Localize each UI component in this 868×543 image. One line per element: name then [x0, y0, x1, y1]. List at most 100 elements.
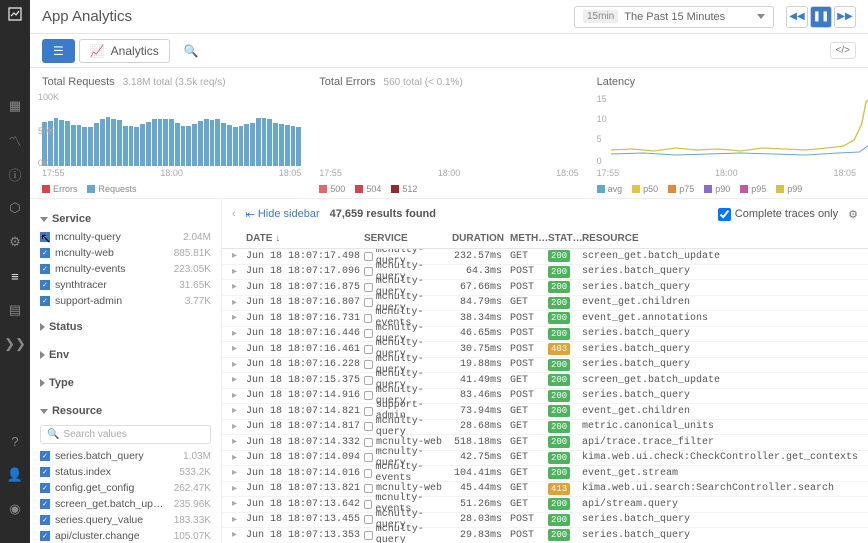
nav-icon-3[interactable]: ⓘ — [7, 166, 23, 182]
status-badge: 200 — [548, 281, 570, 293]
col-resource[interactable]: RESOURCE — [582, 233, 858, 244]
tab-analytics[interactable]: 📈 Analytics — [79, 39, 170, 63]
expand-icon[interactable]: ▸ — [232, 405, 246, 417]
chevron-down-icon — [40, 409, 48, 414]
col-status[interactable]: STAT… — [548, 233, 582, 244]
nav-user-icon[interactable]: 👤 — [7, 467, 23, 483]
status-badge: 200 — [548, 405, 570, 417]
tab-list[interactable]: ☰ — [42, 39, 75, 63]
facet-item[interactable]: ✓mcnulty-web885.81K — [40, 245, 211, 261]
facet-item[interactable]: ✓series.batch_query1.03M — [40, 448, 211, 464]
complete-traces-checkbox[interactable]: Complete traces only — [718, 208, 838, 221]
facet-env-header[interactable]: Env — [40, 345, 211, 365]
rewind-button[interactable]: ◀◀ — [786, 6, 808, 28]
col-method[interactable]: METH… — [510, 233, 548, 244]
facet-item[interactable]: ✓support-admin3.77K — [40, 293, 211, 309]
table-row[interactable]: ▸Jun 18 18:07:16.228mcnulty-query19.88ms… — [222, 358, 868, 374]
table-row[interactable]: ▸Jun 18 18:07:17.498mcnulty-query232.57m… — [222, 249, 868, 265]
expand-icon[interactable]: ▸ — [232, 390, 246, 402]
nav-icon-traces[interactable]: ≡ — [7, 268, 23, 284]
back-icon[interactable]: ‹ — [232, 208, 236, 220]
service-dot-icon — [364, 283, 373, 292]
expand-icon[interactable]: ▸ — [232, 297, 246, 309]
table-row[interactable]: ▸Jun 18 18:07:17.096mcnulty-query64.3msP… — [222, 265, 868, 281]
hide-sidebar-button[interactable]: ⇤ Hide sidebar — [246, 208, 320, 221]
chart-latency: Latency 15 10 5 0 17:5518:0018:05 avgp50… — [597, 76, 856, 194]
facet-item[interactable]: ✓status.index533.2K — [40, 464, 211, 480]
service-dot-icon — [364, 391, 373, 400]
facet-type-header[interactable]: Type — [40, 373, 211, 393]
table-row[interactable]: ▸Jun 18 18:07:13.642mcnulty-events51.26m… — [222, 497, 868, 513]
table-row[interactable]: ▸Jun 18 18:07:14.817mcnulty-query28.68ms… — [222, 420, 868, 436]
table-row[interactable]: ▸Jun 18 18:07:16.807mcnulty-query84.79ms… — [222, 296, 868, 312]
expand-icon[interactable]: ▸ — [232, 498, 246, 510]
status-badge: 200 — [548, 436, 570, 448]
table-row[interactable]: ▸Jun 18 18:07:13.353mcnulty-query29.83ms… — [222, 528, 868, 543]
expand-icon[interactable]: ▸ — [232, 328, 246, 340]
facet-item[interactable]: ✓synthtracer31.65K — [40, 277, 211, 293]
expand-icon[interactable]: ▸ — [232, 436, 246, 448]
nav-icon-8[interactable]: ❯❯ — [7, 336, 23, 352]
table-row[interactable]: ▸Jun 18 18:07:16.875mcnulty-query67.66ms… — [222, 280, 868, 296]
facet-item[interactable]: ✓mcnulty-events223.05K — [40, 261, 211, 277]
expand-icon[interactable]: ▸ — [232, 483, 246, 495]
expand-icon[interactable]: ▸ — [232, 250, 246, 262]
facet-item[interactable]: ✓screen_get.batch_update235.96K — [40, 496, 211, 512]
facet-service-header[interactable]: Service — [40, 209, 211, 229]
table-row[interactable]: ▸Jun 18 18:07:13.821mcnulty-web45.44msGE… — [222, 482, 868, 498]
nav-icon-5[interactable]: ⚙ — [7, 234, 23, 250]
table-row[interactable]: ▸Jun 18 18:07:13.455mcnulty-query28.03ms… — [222, 513, 868, 529]
logo-icon[interactable] — [7, 6, 23, 22]
table-row[interactable]: ▸Jun 18 18:07:16.446mcnulty-query46.65ms… — [222, 327, 868, 343]
expand-icon[interactable]: ▸ — [232, 359, 246, 371]
table-row[interactable]: ▸Jun 18 18:07:14.916mcnulty-query83.46ms… — [222, 389, 868, 405]
col-duration[interactable]: DURATION — [452, 233, 510, 244]
expand-icon[interactable]: ▸ — [232, 374, 246, 386]
facet-item[interactable]: ✓config.get_config262.47K — [40, 480, 211, 496]
time-range-selector[interactable]: 15min The Past 15 Minutes — [574, 6, 774, 28]
checkbox-icon: ✓ — [40, 280, 50, 290]
table-row[interactable]: ▸Jun 18 18:07:14.332mcnulty-web518.18msG… — [222, 435, 868, 451]
forward-button[interactable]: ▶▶ — [834, 6, 856, 28]
tab-search-icon[interactable]: 🔍 — [174, 39, 209, 63]
facet-resource-header[interactable]: Resource — [40, 401, 211, 421]
expand-icon[interactable]: ▸ — [232, 467, 246, 479]
table-row[interactable]: ▸Jun 18 18:07:16.731mcnulty-events38.34m… — [222, 311, 868, 327]
table-row[interactable]: ▸Jun 18 18:07:14.094mcnulty-query42.75ms… — [222, 451, 868, 467]
expand-icon[interactable]: ▸ — [232, 343, 246, 355]
pause-button[interactable]: ❚❚ — [810, 6, 832, 28]
nav-icon-1[interactable]: ▦ — [7, 98, 23, 114]
checkbox-icon: ✓ — [40, 451, 50, 461]
nav-org-icon[interactable]: ◉ — [7, 501, 23, 517]
chevron-right-icon — [40, 323, 45, 331]
resource-search-input[interactable]: 🔍Search values — [40, 425, 211, 444]
facet-item[interactable]: ✓api/cluster.change105.07K — [40, 528, 211, 543]
facet-item[interactable]: ✓series.query_value183.33K — [40, 512, 211, 528]
checkbox-icon: ✓ — [40, 515, 50, 525]
nav-icon-4[interactable]: ⬡ — [7, 200, 23, 216]
nav-icon-7[interactable]: ▤ — [7, 302, 23, 318]
service-dot-icon — [364, 484, 373, 493]
table-row[interactable]: ▸Jun 18 18:07:15.375mcnulty-query41.49ms… — [222, 373, 868, 389]
status-badge: 200 — [548, 328, 570, 340]
expand-icon[interactable]: ▸ — [232, 266, 246, 278]
facet-item[interactable]: ✓mcnulty-query2.04M — [40, 229, 211, 245]
expand-icon[interactable]: ▸ — [232, 452, 246, 464]
expand-icon[interactable]: ▸ — [232, 514, 246, 526]
nav-icon-2[interactable]: 〽 — [7, 132, 23, 148]
table-row[interactable]: ▸Jun 18 18:07:14.016mcnulty-events104.41… — [222, 466, 868, 482]
checkbox-icon: ✓ — [40, 531, 50, 541]
col-date[interactable]: DATE ↓ — [246, 233, 364, 244]
expand-icon[interactable]: ▸ — [232, 281, 246, 293]
settings-gear-icon[interactable]: ⚙ — [848, 208, 858, 221]
facet-status-header[interactable]: Status — [40, 317, 211, 337]
table-row[interactable]: ▸Jun 18 18:07:16.461mcnulty-query30.75ms… — [222, 342, 868, 358]
expand-icon[interactable]: ▸ — [232, 529, 246, 541]
code-button[interactable]: </> — [830, 42, 856, 59]
table-header: DATE ↓ SERVICE DURATION METH… STAT… RESO… — [222, 229, 868, 249]
table-row[interactable]: ▸Jun 18 18:07:14.821support-admin73.94ms… — [222, 404, 868, 420]
expand-icon[interactable]: ▸ — [232, 421, 246, 433]
expand-icon[interactable]: ▸ — [232, 312, 246, 324]
nav-help-icon[interactable]: ? — [7, 433, 23, 449]
col-service[interactable]: SERVICE — [364, 233, 452, 244]
